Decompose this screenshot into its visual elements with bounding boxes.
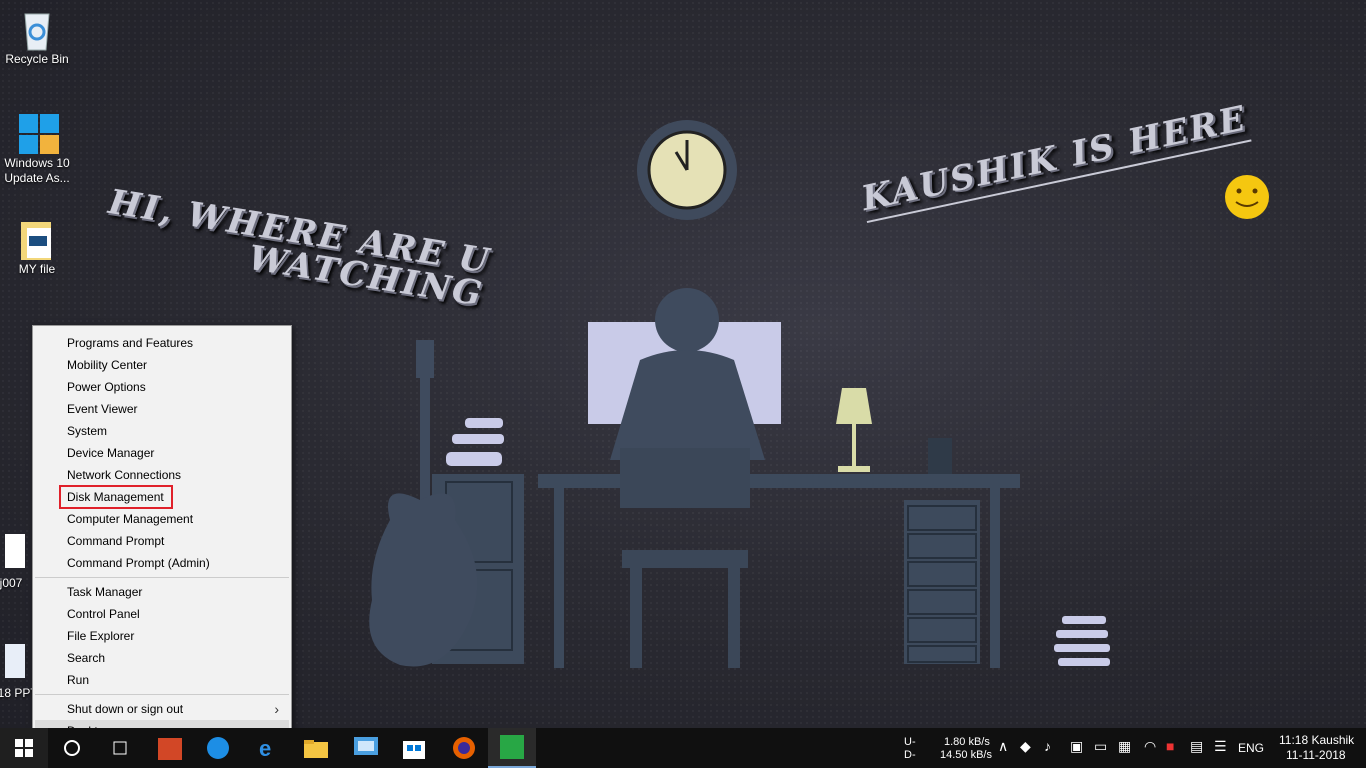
document-icon <box>0 532 31 572</box>
taskbar-app-store[interactable] <box>390 728 438 768</box>
menu-item-power-options[interactable]: Power Options <box>35 376 289 398</box>
store-icon <box>403 741 425 759</box>
disk-management-highlight <box>59 485 173 509</box>
menu-item-control-panel[interactable]: Control Panel <box>35 603 289 625</box>
dropbox-icon[interactable]: ◆ <box>1020 739 1031 753</box>
net-upload-label: U- <box>904 736 916 748</box>
edge-icon: e <box>259 736 271 760</box>
folder-icon <box>17 218 57 260</box>
desktop-icon-windows-update[interactable]: Windows 10 Update As... <box>0 112 74 186</box>
clock-date[interactable]: 11-11-2018 <box>1286 749 1346 762</box>
chevron-right-icon: › <box>274 701 279 717</box>
shut-down-label: Shut down or sign out <box>67 702 184 716</box>
desktop-icon-label: MY file <box>18 262 56 276</box>
svg-text:e: e <box>259 736 271 760</box>
desktop-icon-label: Windows 10 Update As... <box>4 156 70 185</box>
powerpoint-icon <box>158 738 182 760</box>
menu-item-search[interactable]: Search <box>35 647 289 669</box>
desktop-icon-my-file[interactable]: MY file <box>0 218 74 277</box>
start-button[interactable] <box>0 728 48 768</box>
battery-icon[interactable]: ▭ <box>1094 739 1107 753</box>
taskbar-app-edge[interactable]: e <box>244 728 292 768</box>
tray-app-icon[interactable]: ▦ <box>1118 739 1131 753</box>
volume-icon[interactable]: ♪ <box>1044 739 1051 753</box>
smiley-icon <box>1225 175 1269 219</box>
menu-item-network-connections[interactable]: Network Connections <box>35 464 289 486</box>
menu-separator <box>35 577 289 578</box>
menu-item-run[interactable]: Run <box>35 669 289 691</box>
desktop-icon-recycle-bin[interactable]: Recycle Bin <box>0 8 74 67</box>
wall-clock-icon <box>637 120 737 220</box>
menu-item-command-prompt[interactable]: Command Prompt <box>35 530 289 552</box>
taskbar-app-green[interactable] <box>488 728 536 768</box>
menu-item-command-prompt-admin[interactable]: Command Prompt (Admin) <box>35 552 289 574</box>
menu-item-mobility-center[interactable]: Mobility Center <box>35 354 289 376</box>
taskbar-app-file-explorer[interactable] <box>292 728 340 768</box>
windows-start-icon <box>15 739 33 757</box>
firefox-icon <box>453 737 475 759</box>
menu-item-programs-features[interactable]: Programs and Features <box>35 332 289 354</box>
control-panel-icon <box>354 737 378 755</box>
file-explorer-icon <box>304 740 328 758</box>
menu-separator <box>35 694 289 695</box>
action-center-icon[interactable]: ☰ <box>1214 739 1227 753</box>
task-view-button[interactable] <box>96 728 144 768</box>
cortana-button[interactable] <box>48 728 96 768</box>
net-download-speed: 14.50 kB/s <box>940 749 992 761</box>
windows-logo-icon <box>17 112 59 154</box>
menu-item-desktop[interactable]: Desktop <box>35 720 289 728</box>
language-indicator[interactable]: ENG <box>1238 742 1264 755</box>
menu-item-task-manager[interactable]: Task Manager <box>35 581 289 603</box>
document-icon <box>0 642 31 682</box>
menu-item-shut-down[interactable]: Shut down or sign out › <box>35 698 289 720</box>
menu-item-event-viewer[interactable]: Event Viewer <box>35 398 289 420</box>
green-app-icon <box>500 735 524 759</box>
menu-item-file-explorer[interactable]: File Explorer <box>35 625 289 647</box>
taskbar-app-teamviewer[interactable] <box>194 728 242 768</box>
taskbar-app-powerpoint[interactable] <box>146 728 194 768</box>
teamviewer-icon <box>207 737 229 759</box>
show-hidden-icons-chevron-up-icon[interactable]: ∧ <box>998 739 1008 753</box>
menu-item-system[interactable]: System <box>35 420 289 442</box>
menu-item-computer-management[interactable]: Computer Management <box>35 508 289 530</box>
winx-context-menu: Programs and Features Mobility Center Po… <box>32 325 292 728</box>
recycle-bin-icon <box>17 8 57 51</box>
net-download-label: D- <box>904 749 916 761</box>
red-app-icon[interactable]: ■ <box>1166 739 1174 753</box>
usb-icon[interactable]: ▣ <box>1070 739 1083 753</box>
cortana-icon <box>64 740 80 756</box>
tablet-icon[interactable]: ▤ <box>1190 739 1203 753</box>
wifi-icon[interactable]: ◠ <box>1144 739 1156 753</box>
taskbar: e U- D- 1.80 kB/s 14.50 kB/s ∧ ◆ ♪ ▣ ▭ ▦… <box>0 728 1366 768</box>
taskbar-app-firefox[interactable] <box>440 728 488 768</box>
menu-item-device-manager[interactable]: Device Manager <box>35 442 289 464</box>
task-view-icon <box>113 741 127 755</box>
net-upload-speed: 1.80 kB/s <box>944 736 990 748</box>
desktop-icon-label: Recycle Bin <box>5 52 69 66</box>
clock-time[interactable]: 11:18 Kaushik <box>1279 734 1354 747</box>
desktop: Hi, where are u watching Kaushik is here… <box>0 0 1366 728</box>
taskbar-app-control-panel[interactable] <box>342 728 390 768</box>
